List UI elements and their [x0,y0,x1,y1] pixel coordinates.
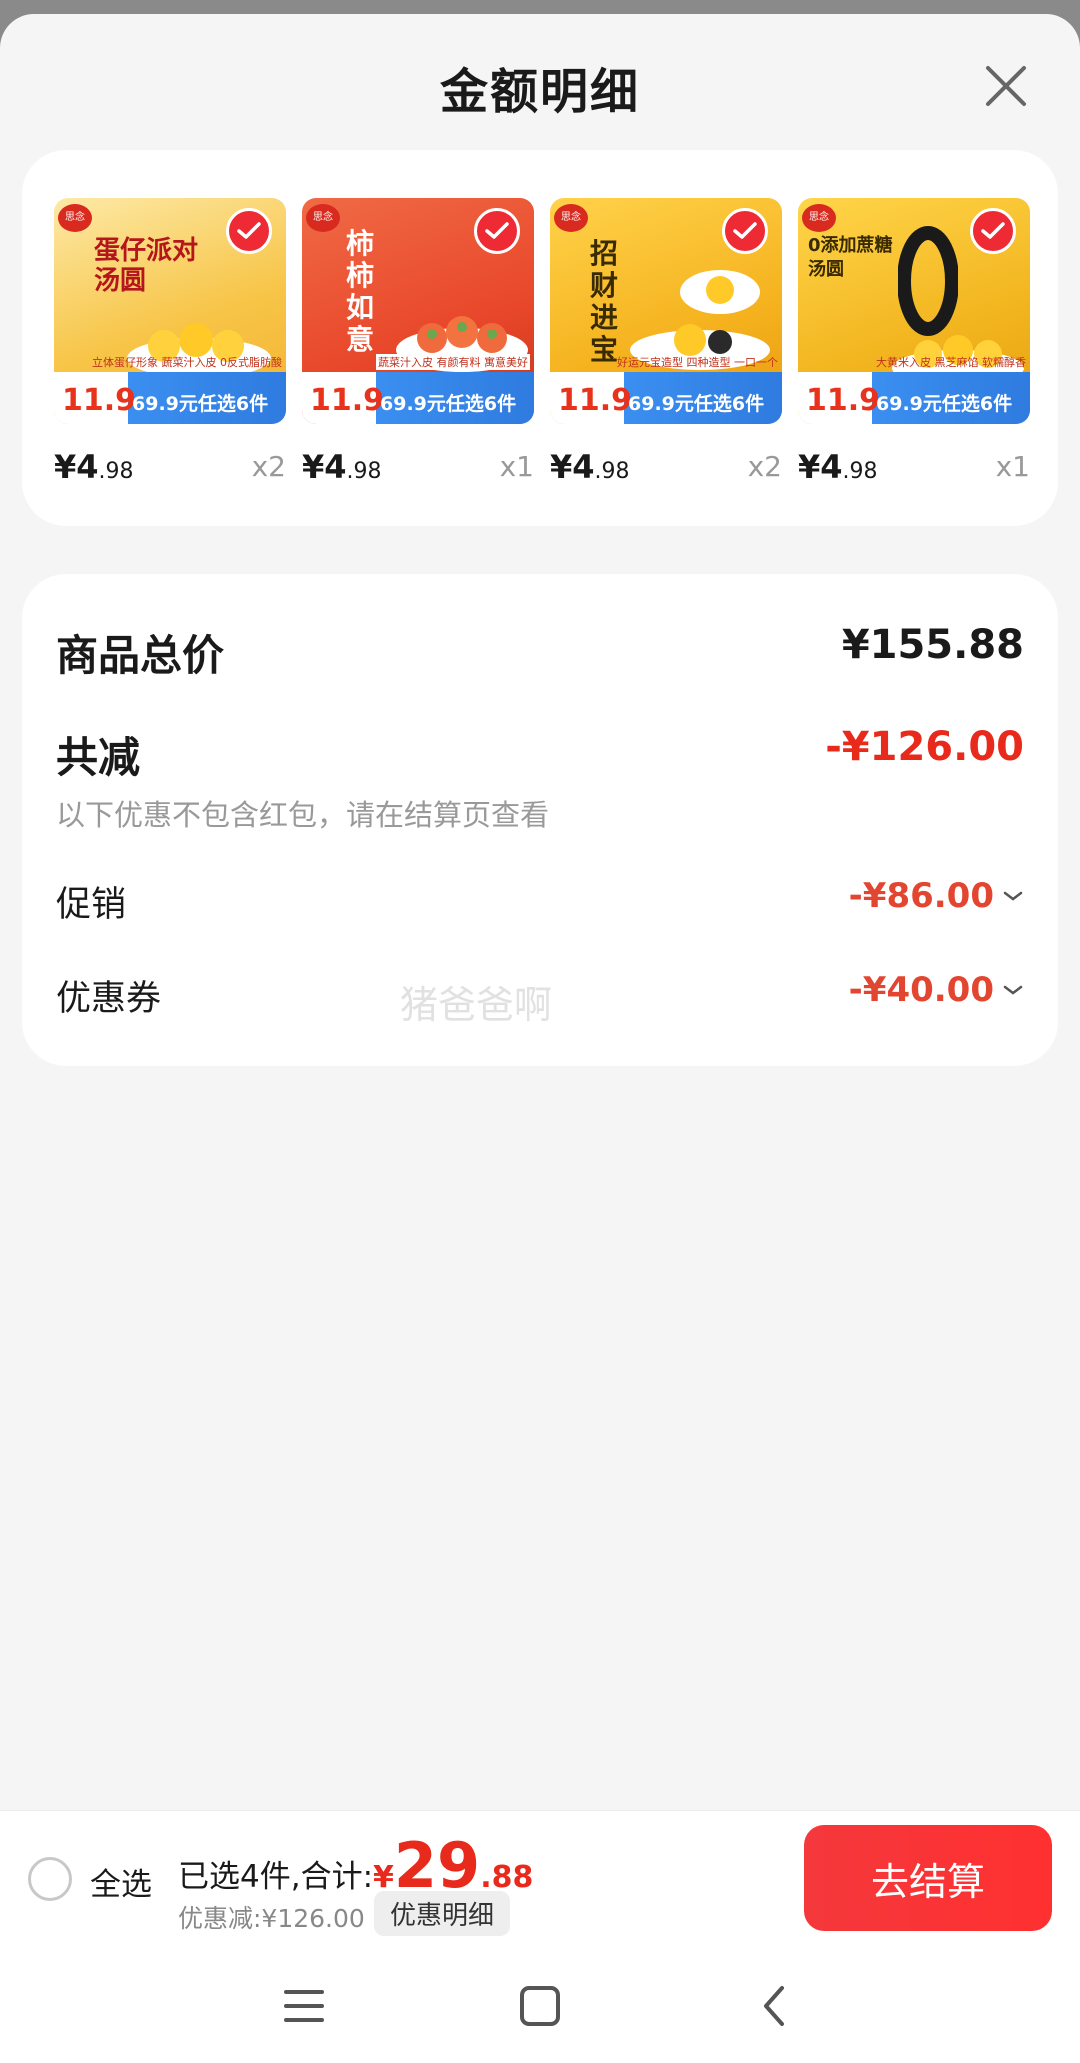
product-item[interactable]: 思念 蛋仔派对 汤圆 立体蛋仔形象 蔬菜汁入皮 0反式脂肪酸 11.9 69.9… [54,198,286,498]
select-all-label[interactable]: 全选 [90,1859,152,1904]
checked-icon [474,208,520,254]
promo-label: 69.9元任选6件 [132,393,269,415]
item-quantity: x2 [747,450,782,483]
promo-row[interactable]: 促销 -¥86.00 [56,876,1024,926]
promo-price: 11.9 [310,383,385,418]
product-item[interactable]: 思念 招财进宝 好运元宝造型 四种造型 一口一个 11.9 69.9元任选6件 [550,198,782,498]
product-image: 思念 柿柿如意 蔬菜汁入皮 有颜有料 寓意美好 11.9 69.9元任选6件 [302,198,534,424]
product-feature: 蔬菜汁入皮 有颜有料 寓意美好 [376,354,530,370]
total-value: ¥155.88 [841,622,1024,668]
chevron-down-icon [1003,891,1023,901]
coupon-label: 优惠券 [56,979,162,1019]
total-row: 商品总价 ¥155.88 [56,622,1024,682]
home-nav-button[interactable] [508,1974,572,2038]
product-feature: 好运元宝造型 四种造型 一口一个 [617,356,778,369]
chevron-down-icon [1003,985,1023,995]
product-list-card: 思念 蛋仔派对 汤圆 立体蛋仔形象 蔬菜汁入皮 0反式脂肪酸 11.9 69.9… [22,150,1058,526]
product-name: 0添加蔗糖 汤圆 [808,235,893,280]
reduce-value: -¥126.00 [825,724,1024,770]
checked-icon [226,208,272,254]
promo-strip: 11.9 69.9元任选6件 [798,372,1030,424]
item-price: ¥4.98 [54,448,134,486]
product-name: 蛋仔派对 汤圆 [94,236,199,296]
item-quantity: x1 [499,450,534,483]
product-image: 思念 0添加蔗糖 汤圆 大黄米入皮 黑芝麻馅 软糯醇香 11.9 69.9元任选… [798,198,1030,424]
promo-label: 69.9元任选6件 [876,393,1013,415]
discount-note: 以下优惠不包含红包，请在结算页查看 [56,798,550,832]
sheet-header: 金额明细 [0,14,1080,154]
promo-strip: 11.9 69.9元任选6件 [302,372,534,424]
product-image: 思念 蛋仔派对 汤圆 立体蛋仔形象 蔬菜汁入皮 0反式脂肪酸 11.9 69.9… [54,198,286,424]
reduce-label: 共减 [56,733,141,782]
promo-label: 69.9元任选6件 [380,393,517,415]
reduce-row: 共减 -¥126.00 [56,724,1024,784]
coupon-value: -¥40.00 [848,970,994,1010]
brand-logo: 思念 [58,204,92,232]
item-quantity: x1 [995,450,1030,483]
home-square-icon [520,1986,560,2026]
item-price: ¥4.98 [550,448,630,486]
amount-detail-sheet: 金额明细 思念 蛋仔派对 汤圆 立体蛋仔形象 蔬菜汁入皮 0反式脂肪酸 11.9… [0,14,1080,2063]
item-price: ¥4.98 [302,448,382,486]
item-price: ¥4.98 [798,448,878,486]
close-button[interactable] [974,54,1038,118]
promo-label: 促销 [56,885,127,925]
coupon-value-group[interactable]: -¥40.00 [849,970,1024,1010]
back-chevron-icon [764,1986,784,2026]
product-feature: 立体蛋仔形象 蔬菜汁入皮 0反式脂肪酸 [92,356,282,369]
product-item[interactable]: 思念 柿柿如意 蔬菜汁入皮 有颜有料 寓意美好 11.9 69.9元任选6件 ¥… [302,198,534,498]
sheet-title: 金额明细 [439,64,640,120]
promo-value-group[interactable]: -¥86.00 [849,876,1024,916]
checked-icon [722,208,768,254]
close-icon [986,66,1026,106]
total-label: 商品总价 [56,631,225,680]
promo-price: 11.9 [62,383,137,418]
promo-label: 69.9元任选6件 [628,393,765,415]
product-feature: 大黄米入皮 黑芝麻馅 软糯醇香 [876,356,1026,369]
brand-logo: 思念 [306,204,340,232]
discount-amount: 优惠减:¥126.00 [178,1904,365,1933]
brand-logo: 思念 [802,204,836,232]
promo-strip: 11.9 69.9元任选6件 [550,372,782,424]
brand-logo: 思念 [554,204,588,232]
checked-icon [970,208,1016,254]
promo-price: 11.9 [558,383,633,418]
promo-strip: 11.9 69.9元任选6件 [54,372,286,424]
checkout-button[interactable]: 去结算 [804,1825,1052,1931]
system-nav-bar [0,1946,1080,2063]
product-item[interactable]: 思念 0添加蔗糖 汤圆 大黄米入皮 黑芝麻馅 软糯醇香 11.9 69.9元任选… [798,198,1030,498]
watermark: 猪爸爸啊 [400,983,553,1027]
product-image: 思念 招财进宝 好运元宝造型 四种造型 一口一个 11.9 69.9元任选6件 [550,198,782,424]
select-all-radio[interactable] [28,1857,72,1901]
note-row: 以下优惠不包含红包，请在结算页查看 [56,792,1024,836]
promo-price: 11.9 [806,383,881,418]
promo-value: -¥86.00 [848,876,994,916]
item-quantity: x2 [251,450,286,483]
menu-icon [284,1990,324,2022]
checkout-bar: 全选 已选4件,合计:¥29.88 优惠减:¥126.00 优惠明细 去结算 [0,1810,1080,1946]
discount-detail-button[interactable]: 优惠明细 [374,1891,511,1936]
product-name: 柿柿如意 [346,227,375,356]
menu-nav-button[interactable] [272,1974,336,2038]
back-nav-button[interactable] [742,1974,806,2038]
